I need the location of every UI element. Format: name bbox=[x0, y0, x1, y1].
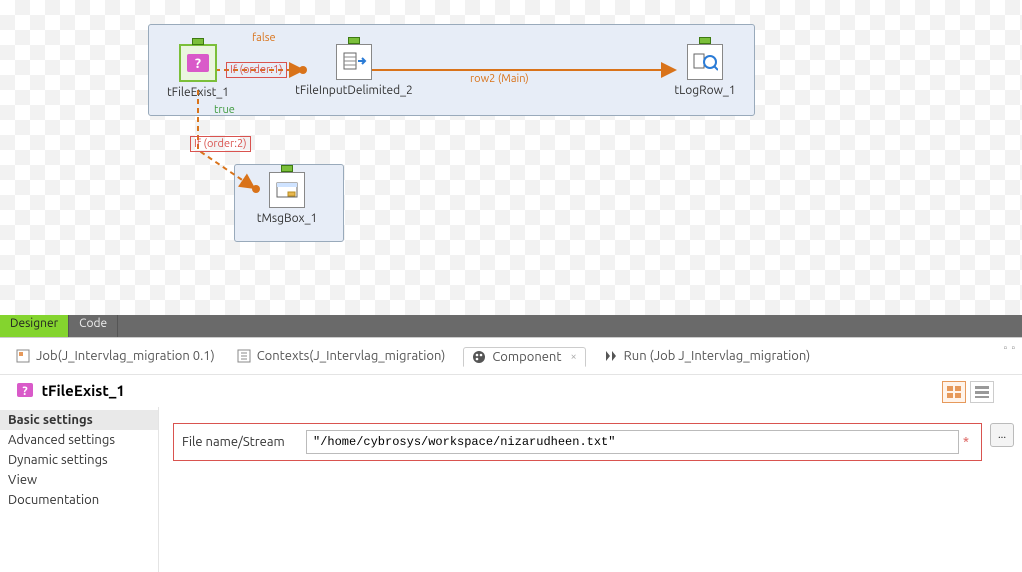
file-input-icon bbox=[336, 44, 372, 80]
run-icon bbox=[604, 349, 618, 363]
design-canvas[interactable]: ? tFileExist_1 tFileInputDelimited_2 tLo… bbox=[0, 0, 1022, 315]
tfileexist-icon: ? bbox=[179, 44, 217, 82]
if-order2-label[interactable]: If (order:2) bbox=[190, 136, 251, 152]
view-contexts-label: Contexts(J_Intervlag_migration) bbox=[257, 349, 446, 363]
menu-dynamic-settings[interactable]: Dynamic settings bbox=[0, 450, 158, 470]
svg-text:?: ? bbox=[195, 55, 201, 71]
menu-basic-settings[interactable]: Basic settings bbox=[0, 410, 158, 430]
view-job[interactable]: Job(J_Intervlag_migration 0.1) bbox=[12, 346, 219, 366]
layout-toggle bbox=[942, 381, 994, 403]
view-contexts[interactable]: Contexts(J_Intervlag_migration) bbox=[233, 346, 450, 366]
component-title-icon: ? bbox=[16, 381, 34, 399]
settings-menu: Basic settings Advanced settings Dynamic… bbox=[0, 407, 159, 572]
job-icon bbox=[16, 349, 30, 363]
view-component-label: Component bbox=[492, 350, 561, 364]
filename-input[interactable] bbox=[306, 430, 959, 454]
component-label: tMsgBox_1 bbox=[242, 212, 332, 225]
component-tfileinputdelimited[interactable]: tFileInputDelimited_2 bbox=[284, 44, 424, 97]
layout-grid-icon[interactable] bbox=[942, 381, 966, 403]
minimize-dots-icon[interactable]: ▫ ▫ bbox=[1004, 342, 1016, 354]
tab-designer[interactable]: Designer bbox=[0, 315, 69, 337]
row2-label: row2 (Main) bbox=[470, 73, 529, 85]
tab-code[interactable]: Code bbox=[69, 315, 118, 337]
required-star: * bbox=[963, 435, 969, 449]
component-tmsgbox[interactable]: tMsgBox_1 bbox=[242, 172, 332, 225]
browse-button[interactable]: ... bbox=[990, 423, 1014, 447]
filename-label: File name/Stream bbox=[182, 435, 306, 449]
close-tab-icon[interactable]: × bbox=[570, 351, 576, 363]
view-run[interactable]: Run (Job J_Intervlag_migration) bbox=[600, 346, 815, 366]
view-run-label: Run (Job J_Intervlag_migration) bbox=[624, 349, 811, 363]
logrow-icon bbox=[687, 44, 723, 80]
palette-icon bbox=[472, 350, 486, 364]
menu-view[interactable]: View bbox=[0, 470, 158, 490]
views-bar: Job(J_Intervlag_migration 0.1) Contexts(… bbox=[0, 338, 1022, 375]
component-label: tFileExist_1 bbox=[153, 86, 243, 99]
component-label: tFileInputDelimited_2 bbox=[284, 84, 424, 97]
component-label: tLogRow_1 bbox=[660, 84, 750, 97]
component-tlogrow[interactable]: tLogRow_1 bbox=[660, 44, 750, 97]
branch-false-label: false bbox=[252, 32, 276, 44]
properties-panel: Job(J_Intervlag_migration 0.1) Contexts(… bbox=[0, 337, 1022, 572]
view-component[interactable]: Component × bbox=[463, 347, 585, 367]
filename-field-row: File name/Stream * bbox=[173, 423, 982, 461]
layout-list-icon[interactable] bbox=[970, 381, 994, 403]
component-title: ? tFileExist_1 bbox=[16, 381, 125, 399]
contexts-icon bbox=[237, 349, 251, 363]
menu-documentation[interactable]: Documentation bbox=[0, 490, 158, 510]
menu-advanced-settings[interactable]: Advanced settings bbox=[0, 430, 158, 450]
msgbox-icon bbox=[269, 172, 305, 208]
branch-true-label: true bbox=[214, 104, 235, 116]
settings-form: File name/Stream * ... bbox=[159, 407, 1022, 572]
designer-code-tabs: Designer Code bbox=[0, 315, 1022, 337]
svg-text:?: ? bbox=[22, 385, 27, 398]
view-job-label: Job(J_Intervlag_migration 0.1) bbox=[36, 349, 215, 363]
if-order1-label[interactable]: If (order:1) bbox=[226, 62, 287, 78]
